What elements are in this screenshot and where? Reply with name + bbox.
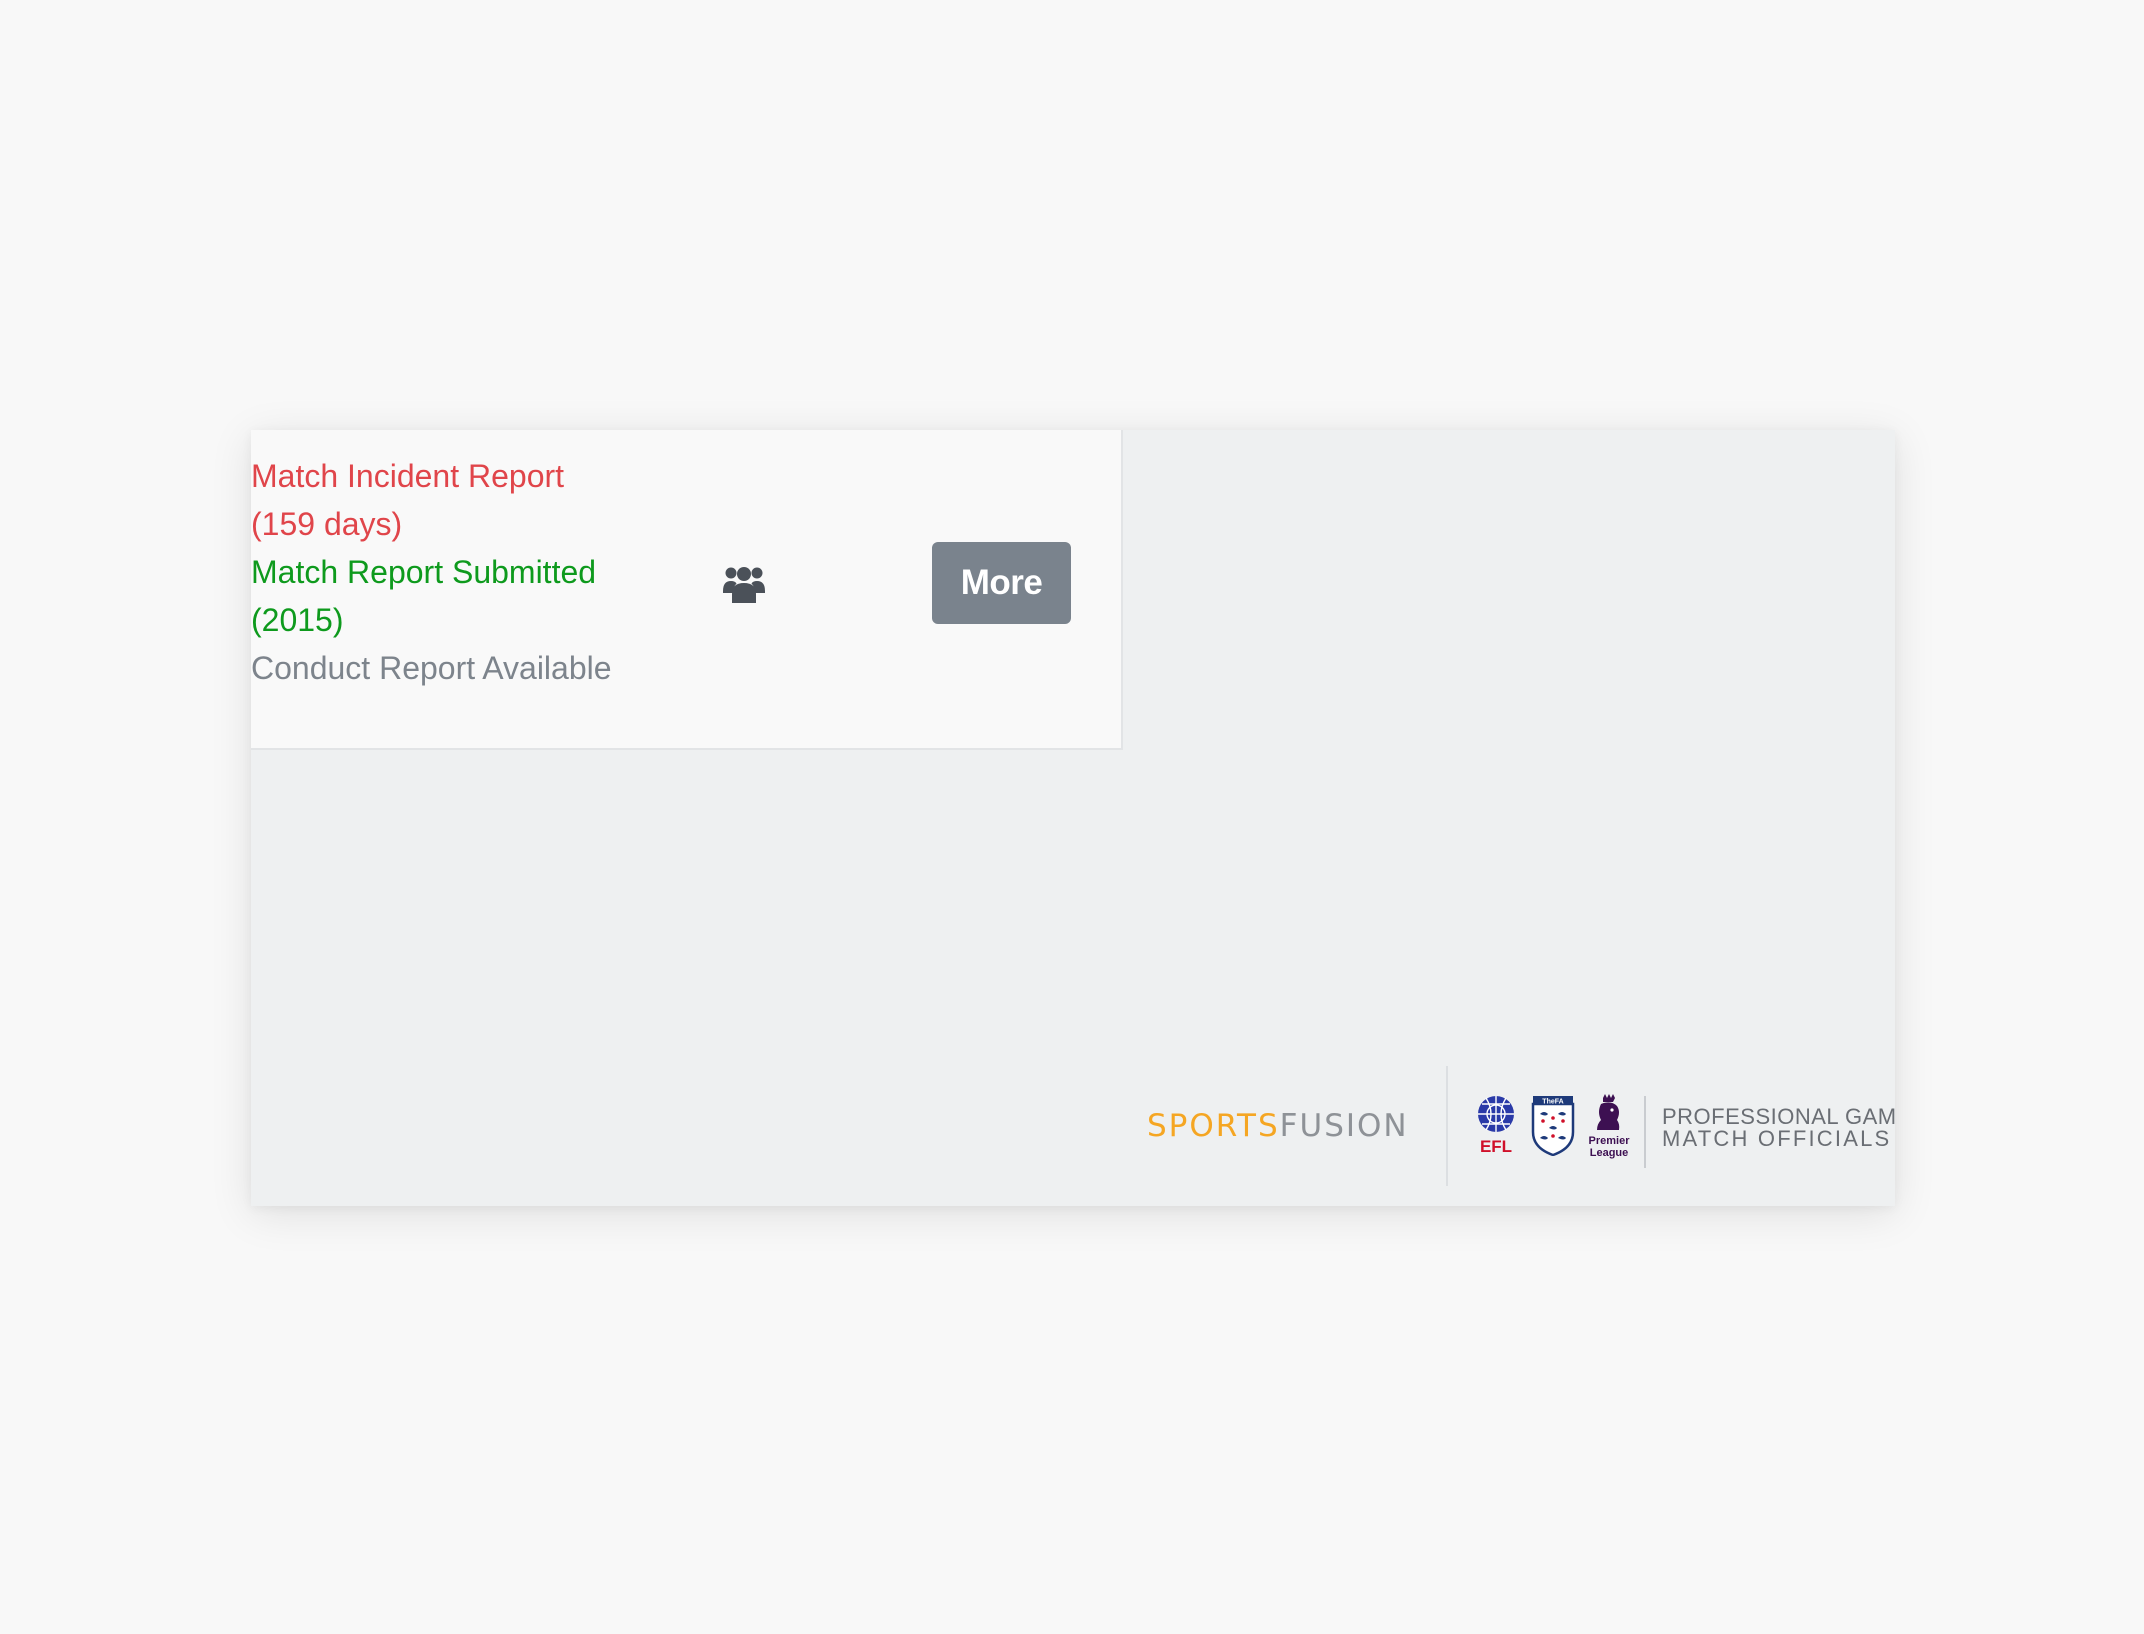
conduct-report-status: Conduct Report Available [251,650,612,686]
footer: SPORTSFUSION EFL TheFA Premier League PR… [251,1066,1895,1196]
efl-crest-icon: EFL [1478,1096,1514,1156]
users-icon[interactable] [722,563,766,603]
fa-crest-icon: TheFA [1531,1096,1575,1156]
footer-divider-2 [1644,1096,1646,1168]
more-button[interactable]: More [932,542,1071,624]
svg-text:League: League [1590,1147,1629,1159]
incident-report-link[interactable]: Match Incident Report [251,452,651,500]
app-window: Match Incident Report (159 days) Match R… [251,430,1895,1206]
svg-text:Premier: Premier [1589,1135,1631,1147]
svg-text:EFL: EFL [1480,1137,1512,1156]
premier-league-crest-icon: Premier League [1589,1094,1631,1159]
report-status-list: Match Incident Report (159 days) Match R… [251,452,651,692]
sportsfusion-logo: SPORTSFUSION [1147,1108,1409,1144]
match-report-year: (2015) [251,602,344,638]
match-report-link[interactable]: Match Report Submitted [251,548,651,596]
pgmo-logo-text: PROFESSIONAL GAME MATCH OFFICIALS [1662,1104,1895,1151]
svg-text:TheFA: TheFA [1542,1099,1563,1106]
fixture-row: Match Incident Report (159 days) Match R… [251,430,1123,750]
footer-divider [1446,1066,1448,1186]
incident-report-age: (159 days) [251,506,403,542]
